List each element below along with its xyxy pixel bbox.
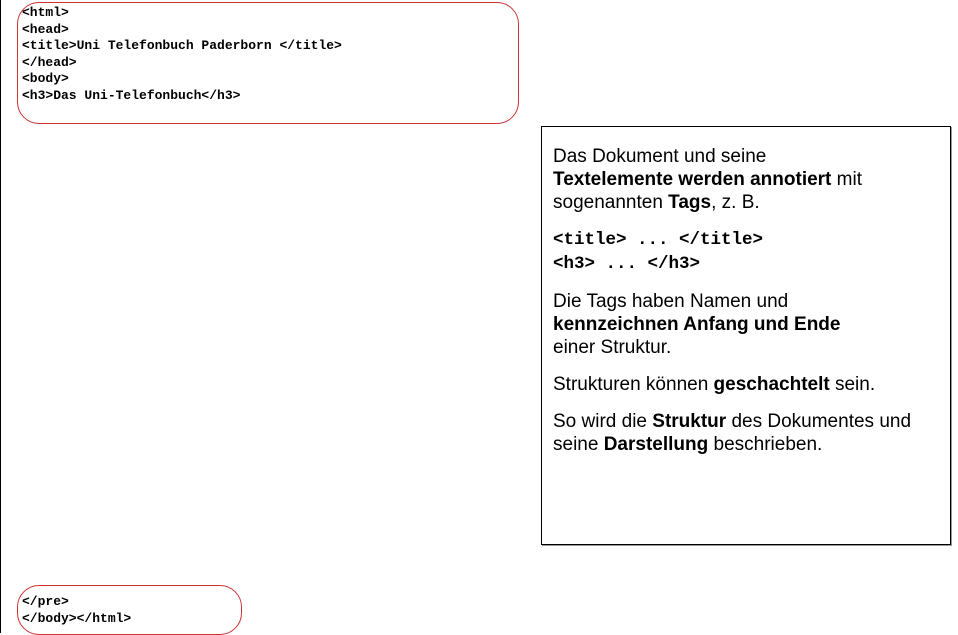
note-paragraph-names: Die Tags haben Namen und kennzeichnen An…: [553, 290, 940, 359]
note-text: einer Struktur.: [553, 337, 672, 358]
note-text: Die Tags haben Namen und: [553, 291, 789, 312]
code-line: </body></html>: [22, 610, 132, 626]
code-snippet-bottom: </pre> </body></html>: [17, 585, 242, 635]
note-paragraph-tags: Das Dokument und seine Textelemente werd…: [553, 145, 940, 214]
note-text: Das Dokument und seine: [553, 146, 767, 167]
note-paragraph-nesting: Strukturen können geschachtelt sein.: [553, 373, 940, 396]
note-text: So wird die: [553, 411, 653, 432]
code-line: <body>: [22, 71, 69, 87]
note-emphasis: kennzeichnen Anfang und Ende: [553, 314, 841, 335]
annotation-note: Das Dokument und seine Textelemente werd…: [541, 126, 951, 545]
note-emphasis: Textelemente werden annotiert: [553, 169, 832, 190]
note-paragraph-structure: So wird die Struktur des Dokumentes und …: [553, 410, 940, 456]
note-code-example: <title> ... </title> <h3> ... </h3>: [553, 228, 940, 276]
code-snippet-top: <html> <head> <title>Uni Telefonbuch Pad…: [17, 2, 519, 124]
note-emphasis: Struktur: [652, 411, 727, 432]
note-text: Strukturen können: [553, 374, 714, 395]
note-emphasis: geschachtelt: [713, 374, 830, 395]
note-emphasis: Darstellung: [603, 434, 709, 455]
code-line: </pre>: [22, 594, 69, 609]
note-code-line: <title> ... </title>: [553, 230, 764, 250]
code-line: <html>: [22, 5, 69, 20]
code-line: </head>: [22, 54, 77, 70]
code-line: <title>Uni Telefonbuch Paderborn </title…: [22, 38, 342, 54]
code-line: <h3>Das Uni-Telefonbuch</h3>: [22, 87, 241, 103]
note-emphasis: Tags: [668, 192, 712, 213]
note-text: , z. B.: [711, 192, 760, 213]
note-text: beschrieben.: [708, 434, 823, 455]
note-code-line: <h3> ... </h3>: [553, 254, 701, 274]
code-line: <head>: [22, 21, 69, 37]
page-left-border: [0, 0, 1, 633]
note-text: sein.: [829, 374, 876, 395]
